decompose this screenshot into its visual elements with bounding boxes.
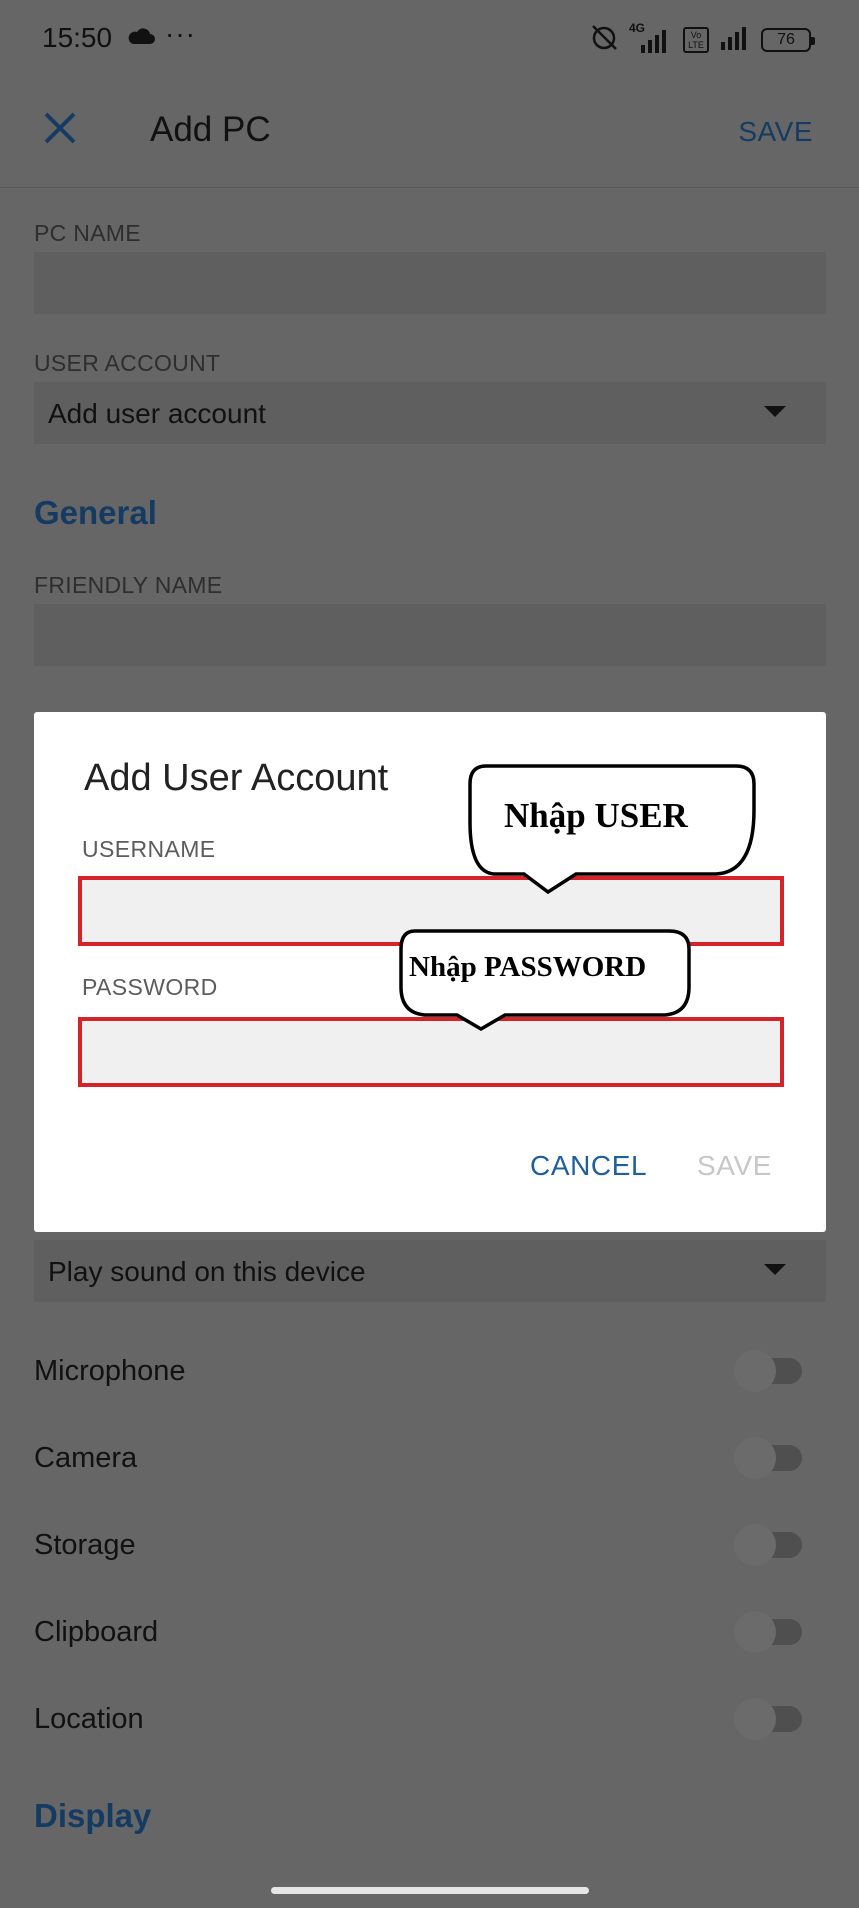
password-callout-text: Nhập PASSWORD [409, 951, 647, 983]
clipboard-label: Clipboard [34, 1616, 159, 1648]
pc-name-label: PC NAME [34, 220, 141, 246]
signal-4g-icon: 4G [627, 21, 675, 55]
password-label: PASSWORD [82, 974, 218, 1000]
volte-label: Vo LTE [688, 29, 704, 50]
battery-icon: 76 [761, 27, 815, 52]
user-callout-text: Nhập USER [504, 796, 688, 835]
toggle-knob [734, 1698, 776, 1740]
camera-toggle[interactable] [734, 1437, 802, 1479]
more-notifications-icon: ··· [165, 18, 196, 49]
app-bar: Add PC SAVE [0, 80, 859, 188]
chevron-down-icon [764, 1264, 786, 1275]
location-toggle[interactable] [734, 1698, 802, 1740]
storage-label: Storage [34, 1529, 136, 1561]
save-button[interactable]: SAVE [738, 116, 813, 148]
cloud-icon [126, 26, 156, 51]
status-time: 15:50 [42, 22, 113, 53]
status-bar: 15:50 ··· 4G Vo LTE 76 [0, 0, 859, 80]
general-heading: General [34, 494, 157, 531]
alarm-off-icon [589, 22, 619, 57]
sound-select[interactable]: Play sound on this device [34, 1240, 826, 1302]
camera-label: Camera [34, 1442, 138, 1474]
microphone-toggle[interactable] [734, 1350, 802, 1392]
user-callout: Nhập USER [466, 762, 758, 895]
page-title: Add PC [150, 110, 271, 149]
dialog-title: Add User Account [84, 757, 389, 799]
cancel-button[interactable]: CANCEL [530, 1150, 647, 1182]
home-indicator[interactable] [271, 1887, 589, 1894]
location-label: Location [34, 1703, 144, 1735]
volte-icon: Vo LTE [683, 26, 709, 53]
pc-name-input[interactable] [34, 252, 826, 314]
display-heading: Display [34, 1797, 152, 1834]
user-account-label: USER ACCOUNT [34, 350, 221, 376]
chevron-down-icon [764, 406, 786, 417]
friendly-name-input[interactable] [34, 604, 826, 666]
user-account-select[interactable]: Add user account [34, 382, 826, 444]
microphone-label: Microphone [34, 1355, 186, 1387]
clipboard-toggle[interactable] [734, 1611, 802, 1653]
toggle-knob [734, 1350, 776, 1392]
sound-value: Play sound on this device [48, 1256, 366, 1287]
toggle-knob [734, 1524, 776, 1566]
friendly-name-label: FRIENDLY NAME [34, 572, 223, 598]
status-icons: 4G Vo LTE 76 [589, 21, 815, 57]
toggle-knob [734, 1437, 776, 1479]
signal-icon [717, 22, 753, 57]
toggle-knob [734, 1611, 776, 1653]
dialog-save-button[interactable]: SAVE [697, 1150, 772, 1182]
username-label: USERNAME [82, 836, 216, 862]
close-icon[interactable] [40, 108, 80, 148]
storage-toggle[interactable] [734, 1524, 802, 1566]
user-account-value: Add user account [48, 398, 266, 429]
password-callout: Nhập PASSWORD [397, 927, 693, 1032]
battery-level: 76 [777, 30, 795, 48]
